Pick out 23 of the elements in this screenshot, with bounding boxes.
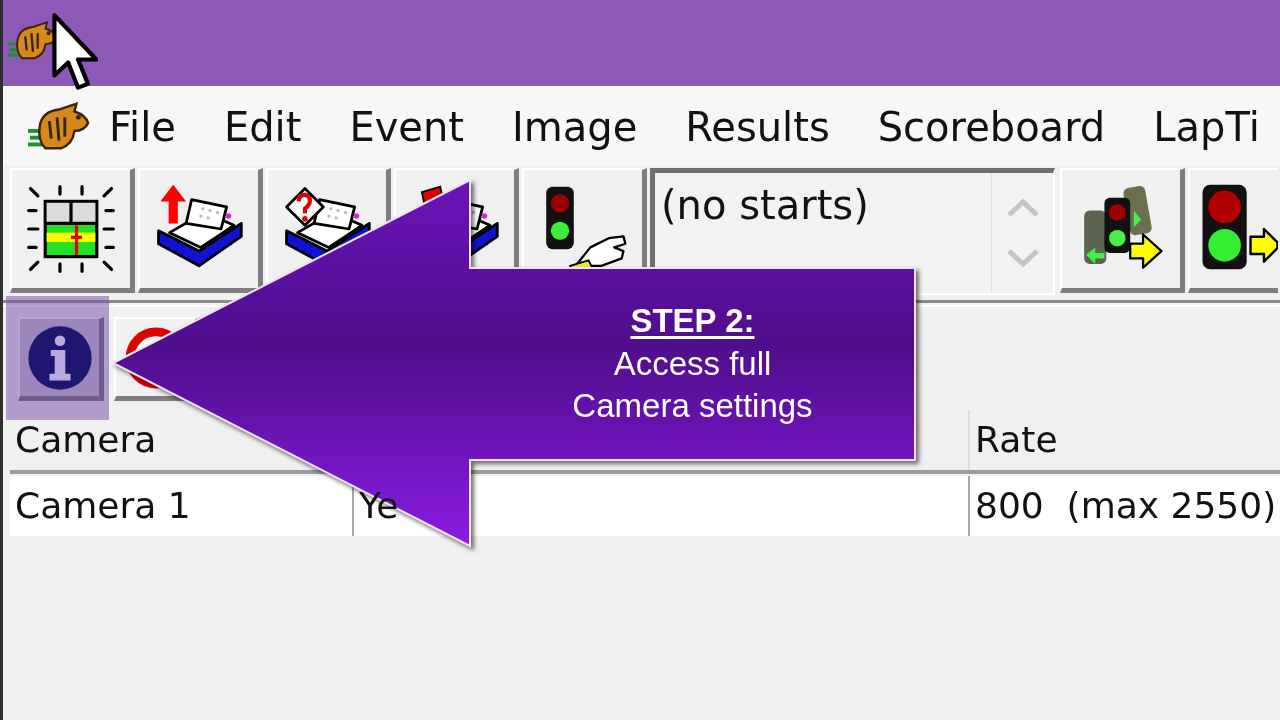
menu-item[interactable]: Edit [217, 103, 308, 151]
info-button[interactable] [18, 317, 104, 401]
menu-item[interactable]: Event [343, 103, 470, 151]
menu-item[interactable]: Image [506, 103, 644, 151]
chevron-up-icon [1005, 198, 1040, 218]
menu-item[interactable]: File [103, 103, 182, 151]
menu-item[interactable]: Results [679, 103, 836, 151]
chevron-down-icon [1005, 248, 1040, 268]
menu-item[interactable]: Scoreboard [871, 103, 1112, 151]
toolbar-button[interactable] [10, 168, 135, 293]
toolbar-button[interactable] [1188, 168, 1278, 293]
cat-head-icon [28, 101, 90, 153]
glowing-window-icon [25, 183, 117, 275]
table-cell: 800 (max 2550) [975, 488, 1277, 524]
menu-item[interactable]: LapTi [1147, 103, 1266, 151]
toolbar-button[interactable] [138, 168, 263, 293]
table-cell: Ye [359, 488, 399, 524]
column-header[interactable]: Rate [968, 410, 1280, 470]
info-icon [26, 324, 93, 391]
callout-text: Access full Camera settings [571, 343, 814, 427]
toolbar-button[interactable] [1060, 168, 1185, 293]
callout-heading: STEP 2: [630, 300, 755, 341]
table-cell: Camera 1 [15, 488, 191, 524]
